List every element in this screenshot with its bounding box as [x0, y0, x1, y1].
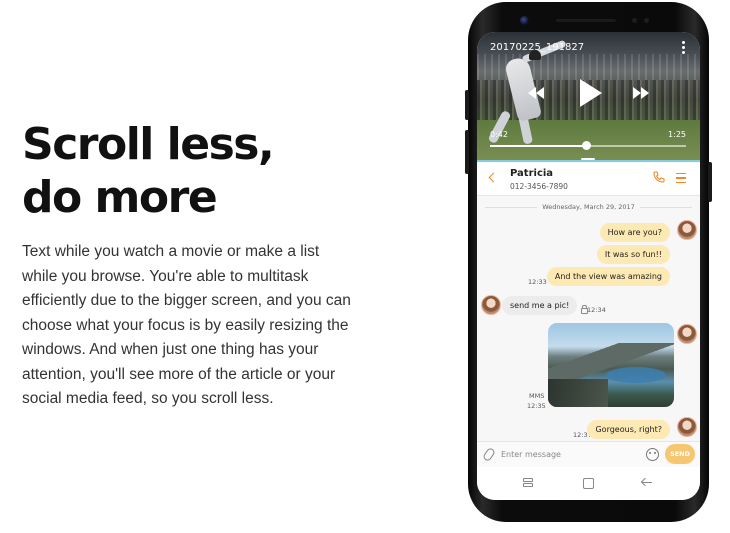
message-bubble-out[interactable]: How are you? [599, 223, 670, 242]
earpiece-speaker [556, 19, 616, 22]
menu-icon[interactable] [676, 173, 686, 186]
fast-forward-icon[interactable] [633, 87, 651, 99]
photo-fjord [606, 367, 666, 383]
avatar-self [677, 324, 697, 344]
split-screen-divider[interactable] [477, 160, 700, 162]
home-icon[interactable] [583, 478, 594, 489]
avatar-contact [481, 295, 501, 315]
seek-bar-thumb[interactable] [582, 141, 592, 150]
mms-label: MMS [529, 392, 545, 400]
message-bubble-in[interactable]: send me a pic! [502, 296, 578, 315]
phone-screen: 20170225_191827 0:42 1:25 Patricia 012-3… [477, 32, 700, 500]
message-bubble-out[interactable]: Gorgeous, right? [587, 420, 670, 439]
mms-photo[interactable] [548, 323, 674, 407]
front-camera [520, 16, 529, 25]
headline: Scroll less, do more [22, 118, 352, 224]
video-title: 20170225_191827 [490, 42, 585, 53]
seek-bar[interactable] [490, 141, 686, 150]
time-elapsed: 0:42 [490, 130, 508, 139]
message-bubble-out[interactable]: It was so fun!! [596, 245, 670, 264]
back-nav-icon[interactable] [642, 482, 652, 484]
more-vertical-icon[interactable] [682, 41, 686, 55]
video-player[interactable]: 20170225_191827 0:42 1:25 [477, 32, 700, 162]
avatar-self [677, 220, 697, 240]
emoji-icon[interactable] [646, 448, 659, 461]
navigation-bar [477, 467, 700, 500]
avatar-self [677, 417, 697, 437]
message-bubble-out[interactable]: And the view was amazing [546, 267, 670, 286]
volume-button [465, 90, 469, 120]
phone-device: 20170225_191827 0:42 1:25 Patricia 012-3… [465, 2, 712, 522]
split-screen-handle[interactable] [581, 158, 595, 160]
phone-call-icon[interactable] [653, 171, 665, 183]
power-button [708, 162, 712, 202]
photo-cliff [548, 379, 608, 407]
send-button[interactable]: SEND [665, 444, 695, 464]
back-arrow-icon[interactable] [488, 172, 499, 183]
iris-sensor [644, 18, 649, 23]
rewind-icon[interactable] [528, 87, 546, 99]
date-separator: Wednesday, March 29, 2017 [542, 203, 635, 211]
message-time: 12:34 [587, 306, 606, 314]
message-time: 12:35 [527, 402, 546, 410]
recent-apps-icon[interactable] [523, 478, 533, 488]
message-input[interactable] [501, 447, 641, 462]
headline-line-1: Scroll less, [22, 119, 275, 170]
seek-bar-fill [490, 145, 587, 147]
headline-line-2: do more [22, 172, 218, 223]
paperclip-icon[interactable] [481, 446, 497, 463]
message-time: 12:33 [528, 278, 547, 286]
proximity-sensor [632, 18, 637, 23]
bixby-button [465, 130, 469, 174]
chat-header: Patricia 012-3456-7890 [477, 163, 700, 196]
time-total: 1:25 [668, 130, 686, 139]
compose-bar: SEND [477, 441, 700, 468]
contact-phone: 012-3456-7890 [510, 182, 568, 191]
body-copy: Text while you watch a movie or make a l… [22, 243, 351, 407]
contact-name: Patricia [510, 168, 554, 179]
play-icon[interactable] [580, 79, 602, 107]
